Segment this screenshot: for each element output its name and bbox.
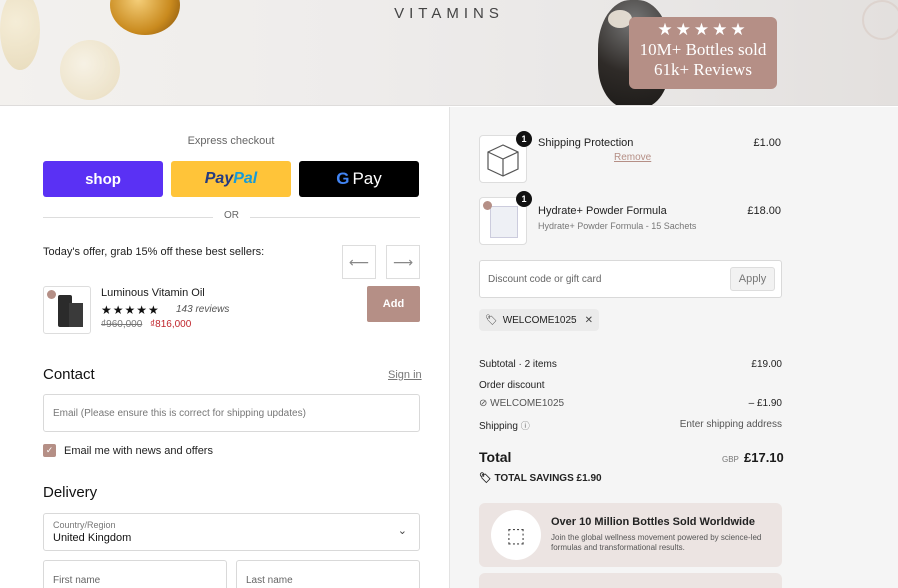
carousel-next-button[interactable]: ⟶ <box>386 245 420 279</box>
verified-box-icon: ⬚ <box>491 510 541 560</box>
arrow-left-icon: ⟵ <box>348 253 370 270</box>
line-item-variant: Hydrate+ Powder Formula - 15 Sachets <box>538 221 697 231</box>
sale-badge-icon <box>483 201 492 210</box>
remove-item-link[interactable]: Remove <box>614 152 651 163</box>
sign-in-link[interactable]: Sign in <box>388 369 422 381</box>
offer-title: Today's offer, grab 15% off these best s… <box>43 246 265 258</box>
last-name-field[interactable]: Last name <box>236 560 420 588</box>
first-name-placeholder: First name <box>53 575 101 586</box>
box-icon <box>69 303 83 327</box>
line-item-price: £18.00 <box>747 205 781 217</box>
order-summary: 1 Shipping Protection Remove £1.00 1 Hyd… <box>449 107 898 588</box>
last-name-placeholder: Last name <box>246 575 293 586</box>
checkout-form: Express checkout shop PayPal G Pay OR To… <box>0 107 449 588</box>
total-savings: 🏷 TOTAL SAVINGS £1.90 <box>479 473 602 484</box>
or-text: OR <box>224 210 239 221</box>
quantity-badge: 1 <box>516 131 532 147</box>
shipping-label: Shipping <box>479 421 518 432</box>
email-field[interactable] <box>44 395 419 431</box>
first-name-field[interactable]: First name <box>43 560 227 588</box>
promo-card: ⬚ Over 10 Million Bottles Sold Worldwide… <box>479 503 782 567</box>
savings-value: £1.90 <box>576 473 602 484</box>
total-value: £17.10 <box>744 450 784 465</box>
shipping-row: Shipping ⓘ Enter shipping address <box>479 419 782 432</box>
tag-icon: ⊘ <box>479 398 491 409</box>
bottles-sold-text: 10M+ Bottles sold <box>639 40 767 59</box>
order-discount-label: Order discount <box>479 380 545 391</box>
discount-code-row: ⊘ WELCOME1025 – £1.90 <box>479 398 782 409</box>
quantity-badge: 1 <box>516 191 532 207</box>
checkout-page: VITAMINS ★★★★★ 10M+ Bottles sold 61k+ Re… <box>0 0 898 588</box>
newsletter-label[interactable]: Email me with news and offers <box>64 445 213 457</box>
star-rating-icon: ★★★★★ <box>657 20 749 39</box>
newsletter-checkbox[interactable]: ✓ <box>43 444 56 457</box>
or-divider: OR <box>43 210 420 224</box>
close-icon[interactable]: ✕ <box>585 315 593 326</box>
sachet-box-icon <box>490 206 518 238</box>
paypal-logo-part1: Pay <box>204 170 234 187</box>
google-pay-label: Pay <box>352 169 382 188</box>
line-item-price: £1.00 <box>753 137 781 149</box>
help-icon[interactable]: ⓘ <box>521 421 530 431</box>
upsell-product-name[interactable]: Luminous Vitamin Oil <box>101 287 205 299</box>
discount-code-text: WELCOME1025 <box>490 398 565 409</box>
country-value: United Kingdom <box>53 532 132 544</box>
total-currency: GBP <box>722 455 739 464</box>
promo-text: Join the global wellness movement powere… <box>551 533 762 552</box>
express-checkout-title: Express checkout <box>187 135 275 147</box>
hero-banner: VITAMINS ★★★★★ 10M+ Bottles sold 61k+ Re… <box>0 0 898 106</box>
line-item-name: Hydrate+ Powder Formula <box>538 205 667 217</box>
arrow-right-icon: ⟶ <box>392 253 414 270</box>
shipping-value: Enter shipping address <box>679 419 782 430</box>
subtotal-value: £19.00 <box>751 359 782 370</box>
add-upsell-button[interactable]: Add <box>367 286 420 322</box>
discount-field-wrapper: Apply <box>479 260 782 298</box>
country-label: Country/Region <box>53 520 116 530</box>
original-price: ₫960,000 <box>101 319 143 330</box>
paypal-logo: PayPal <box>205 170 257 188</box>
promo-title: Over 10 Million Bottles Sold Worldwide <box>551 516 755 528</box>
star-rating-icon: ★★★★★ <box>101 303 160 317</box>
subtotal-row: Subtotal · 2 items £19.00 <box>479 359 782 370</box>
applied-code-text: WELCOME1025 <box>502 314 577 326</box>
newsletter-row[interactable]: ✓ Email me with news and offers <box>43 444 213 457</box>
promo-card <box>479 573 782 588</box>
social-proof-badge: ★★★★★ 10M+ Bottles sold 61k+ Reviews <box>629 17 777 89</box>
reviews-count-text: 61k+ Reviews <box>654 60 752 79</box>
savings-label: TOTAL SAVINGS <box>494 473 574 484</box>
seal-icon <box>862 0 898 40</box>
chevron-down-icon: ⌄ <box>397 525 407 537</box>
contact-heading: Contact <box>43 366 95 383</box>
discount-code-input[interactable] <box>480 261 730 297</box>
line-item-name: Shipping Protection <box>538 137 634 149</box>
tag-icon: 🏷 <box>479 473 495 484</box>
total-label: Total <box>479 449 512 465</box>
review-count: 143 reviews <box>176 304 230 315</box>
divider-line <box>250 217 420 218</box>
order-discount-row: Order discount <box>479 380 782 391</box>
paypal-button[interactable]: PayPal <box>171 161 291 197</box>
google-g-icon: G <box>336 169 350 188</box>
product-thumbnail[interactable] <box>43 286 91 334</box>
capsule-image <box>60 40 120 100</box>
checkmark-icon: ✓ <box>45 445 54 455</box>
country-select[interactable]: Country/Region United Kingdom ⌄ <box>43 513 420 551</box>
paypal-logo-part2: Pal <box>233 170 258 187</box>
email-field-wrapper <box>43 394 420 432</box>
apply-discount-button[interactable]: Apply <box>730 267 775 291</box>
subtotal-label: Subtotal · 2 items <box>479 359 557 370</box>
sale-badge-icon <box>47 290 56 299</box>
shop-pay-label: shop <box>85 170 121 188</box>
discount-value: – £1.90 <box>748 398 782 409</box>
applied-discount-chip: 🏷 WELCOME1025 ✕ <box>479 309 600 331</box>
google-pay-button[interactable]: G Pay <box>299 161 419 197</box>
carousel-prev-button[interactable]: ⟵ <box>342 245 376 279</box>
delivery-heading: Delivery <box>43 484 98 501</box>
tag-icon: 🏷 <box>485 314 498 326</box>
sale-price: ₫816,000 <box>150 319 192 330</box>
shop-pay-button[interactable]: shop <box>43 161 163 197</box>
